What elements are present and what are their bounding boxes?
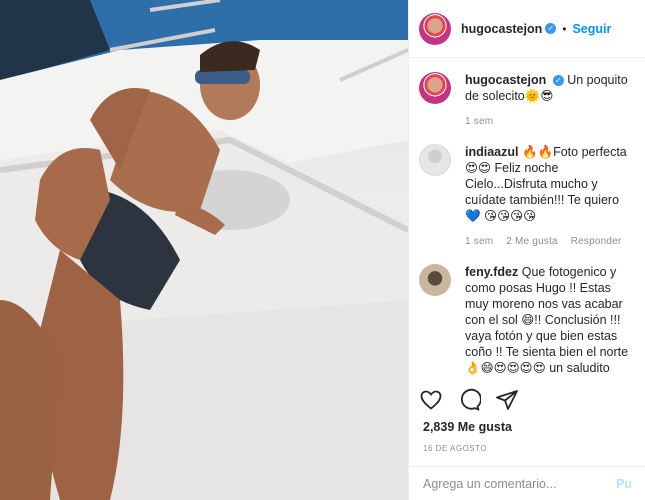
verified-badge-icon: ✓ [552, 75, 564, 87]
caption-emojis: 🌞😎 [524, 88, 554, 103]
comment-username[interactable]: indiaazul [465, 145, 518, 159]
share-icon[interactable] [495, 388, 519, 412]
author-username[interactable]: hugocastejon [461, 22, 542, 36]
likes-count[interactable]: 2,839 Me gusta [423, 420, 512, 434]
reply-button[interactable]: Responder [571, 236, 622, 247]
comment-likes[interactable]: 2 Me gusta [506, 236, 557, 247]
verified-badge-icon: ✓ [545, 23, 557, 34]
post-photo[interactable] [0, 0, 408, 500]
follow-button[interactable]: Seguir [572, 22, 611, 36]
comment-icon[interactable] [457, 388, 481, 412]
heart-icon[interactable] [419, 388, 443, 412]
caption-item: hugocastejon ✓ Un poquito de solecito🌞😎 … [419, 72, 636, 130]
post-date[interactable]: 16 DE AGOSTO [423, 444, 487, 453]
comment-username[interactable]: feny.fdez [465, 265, 518, 279]
photo-illustration [0, 0, 408, 500]
post-actions [419, 388, 519, 412]
separator-dot: • [562, 21, 567, 36]
comment-text: Que fotogenico y como posas Hugo !! Esta… [465, 265, 629, 375]
comment-time[interactable]: 1 sem [465, 236, 493, 247]
publish-button[interactable]: Pu [616, 477, 632, 491]
caption-avatar[interactable] [419, 72, 451, 104]
add-comment-bar: Pu [409, 466, 645, 500]
commenter-avatar[interactable] [419, 144, 451, 176]
comment-input[interactable] [423, 476, 603, 491]
comment-item: feny.fdez Que fotogenico y como posas Hu… [419, 264, 636, 376]
author-avatar[interactable] [419, 12, 451, 45]
post-side-panel: hugocastejon ✓ • Seguir hugocastejon ✓ U… [408, 0, 645, 500]
commenter-avatar[interactable] [419, 264, 451, 296]
comment-item: indiaazul 🔥🔥Foto perfecta 😍😍 Feliz noche… [419, 144, 636, 250]
caption-username[interactable]: hugocastejon [465, 73, 546, 87]
post-header: hugocastejon ✓ • Seguir [409, 0, 645, 58]
comments-list[interactable]: hugocastejon ✓ Un poquito de solecito🌞😎 … [409, 58, 645, 378]
caption-time[interactable]: 1 sem [465, 116, 493, 127]
